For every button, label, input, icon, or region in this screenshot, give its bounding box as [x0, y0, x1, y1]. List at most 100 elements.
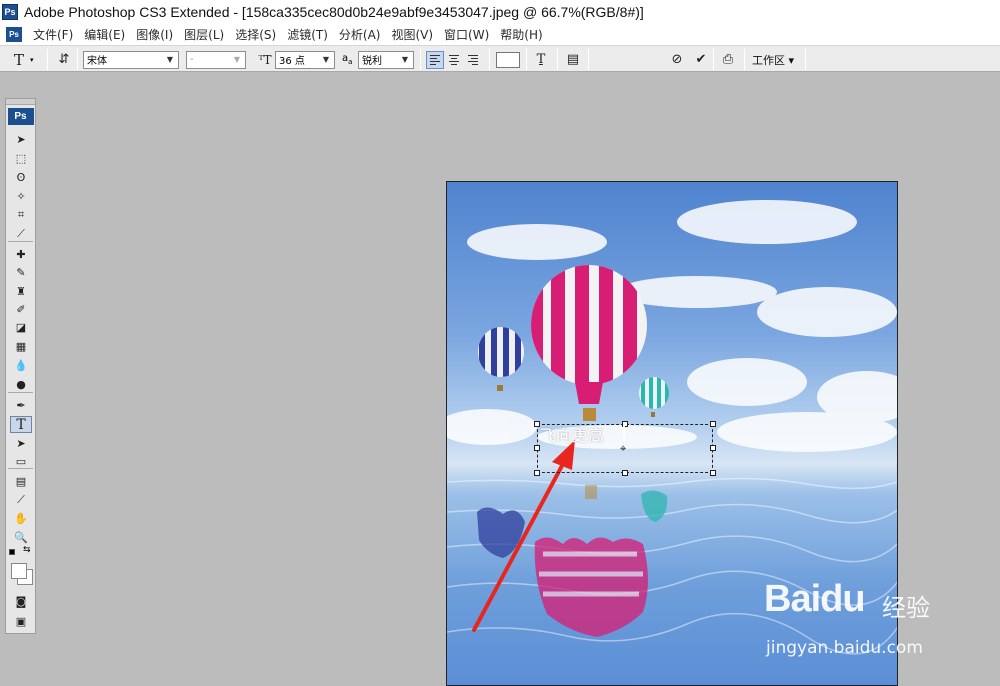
separator — [805, 49, 806, 70]
slice-tool-icon[interactable]: ⟋ — [10, 225, 32, 242]
bridge-icon[interactable]: ⎙ — [719, 51, 737, 69]
menu-filter[interactable]: 滤镜(T) — [282, 26, 334, 43]
toolbox-panel: Ps ➤ ⬚ ʘ ✧ ⌗ ⟋ ✚ ✎ ♜ ✐ ◪ ▦ 💧 ● ✒ T ➤ ▭ ▤ ⟋ ✋ 🔍 ⇆ ◙ ▣ — [5, 98, 36, 634]
healing-brush-tool-icon[interactable]: ✚ — [10, 246, 32, 263]
text-cursor — [623, 423, 625, 441]
warp-text-icon[interactable]: Ṯ — [532, 51, 550, 69]
menu-image[interactable]: 图像(I) — [131, 26, 179, 43]
menu-analysis[interactable]: 分析(A) — [334, 26, 387, 43]
blur-tool-icon[interactable]: 💧 — [10, 357, 32, 374]
default-colors-icon[interactable] — [9, 549, 15, 555]
type-tool-icon[interactable]: T — [10, 416, 32, 433]
font-style-select[interactable]: - ▼ — [186, 50, 246, 69]
chevron-down-icon: ▼ — [166, 55, 174, 64]
magic-wand-tool-icon[interactable]: ✧ — [10, 188, 32, 205]
separator — [713, 49, 714, 70]
brush-tool-icon[interactable]: ✎ — [10, 264, 32, 281]
history-brush-tool-icon[interactable]: ✐ — [10, 301, 32, 318]
toolbox-divider — [8, 241, 33, 242]
menu-window[interactable]: 窗口(W) — [439, 26, 495, 43]
chevron-down-icon: ▼ — [401, 55, 409, 64]
toolbox-grip[interactable] — [6, 99, 35, 105]
menu-select[interactable]: 选择(S) — [230, 26, 282, 43]
eraser-tool-icon[interactable]: ◪ — [10, 319, 32, 336]
toolbox-divider — [8, 392, 33, 393]
toolbox-divider — [8, 468, 33, 469]
transform-handle[interactable] — [534, 470, 540, 476]
photoshop-logo[interactable]: Ps — [7, 108, 34, 125]
tool-options-bar: T ▾ ⇵ 宋体 ▼ - ▼ ᵀT 36 点 ▼ aa 锐利 ▼ Ṯ ▤ ⊘ ✔… — [0, 45, 1000, 72]
teal-balloon — [639, 377, 669, 417]
menu-help[interactable]: 帮助(H) — [495, 26, 548, 43]
menu-layer[interactable]: 图层(L) — [179, 26, 230, 43]
chevron-down-icon: ▼ — [322, 55, 330, 64]
menu-bar: Ps 文件(F) 编辑(E) 图像(I) 图层(L) 选择(S) 滤镜(T) 分… — [0, 24, 1000, 45]
menu-file[interactable]: 文件(F) — [28, 26, 79, 43]
text-orientation-icon: ⇵ — [58, 52, 70, 67]
chevron-down-icon: ▼ — [233, 55, 241, 64]
quick-mask-icon[interactable]: ◙ — [10, 593, 32, 610]
antialias-icon: aa — [342, 53, 353, 66]
gradient-tool-icon[interactable]: ▦ — [10, 338, 32, 355]
toggle-text-orientation-button[interactable]: ⇵ — [55, 50, 73, 69]
transform-handle[interactable] — [622, 470, 628, 476]
text-color-swatch[interactable] — [496, 51, 520, 68]
reference-point-icon[interactable]: ⌖ — [620, 442, 626, 456]
font-family-value: 宋体 — [87, 56, 107, 67]
typed-text-layer[interactable]: 飞向更高 — [540, 422, 604, 446]
antialias-select[interactable]: 锐利 ▼ — [358, 50, 414, 69]
watermark-url: jingyan.baidu.com — [766, 638, 923, 658]
pink-balloon — [531, 265, 647, 421]
document-menu-icon[interactable]: Ps — [6, 27, 22, 42]
workspace-menu-button[interactable]: 工作区 ▾ — [752, 52, 794, 68]
commit-edits-icon[interactable]: ✔ — [692, 51, 710, 69]
lasso-tool-icon[interactable]: ʘ — [10, 169, 32, 186]
type-tool-icon: T — [13, 50, 24, 69]
separator — [47, 49, 48, 70]
crop-tool-icon[interactable]: ⌗ — [10, 206, 32, 223]
eyedropper-tool-icon[interactable]: ⟋ — [10, 491, 32, 508]
baidu-watermark: Baidu 经验 jingyan.baidu.com — [764, 578, 949, 660]
font-style-value: - — [190, 54, 194, 65]
align-center-button[interactable] — [445, 51, 463, 69]
screen-mode-icon[interactable]: ▣ — [10, 613, 32, 630]
align-left-button[interactable] — [426, 50, 444, 69]
transform-handle[interactable] — [710, 470, 716, 476]
move-tool-icon[interactable]: ➤ — [10, 131, 32, 148]
transform-handle[interactable] — [710, 445, 716, 451]
path-selection-tool-icon[interactable]: ➤ — [10, 435, 32, 452]
chevron-down-icon: ▾ — [30, 55, 34, 64]
zoom-tool-icon[interactable]: 🔍 — [10, 529, 32, 546]
marquee-tool-icon[interactable]: ⬚ — [10, 150, 32, 167]
blue-balloon — [478, 327, 524, 391]
font-size-select[interactable]: 36 点 ▼ — [275, 50, 335, 69]
transform-handle[interactable] — [710, 421, 716, 427]
separator — [77, 49, 78, 70]
swap-colors-icon[interactable]: ⇆ — [23, 545, 31, 555]
watermark-chinese: 经验 — [882, 594, 930, 622]
separator — [557, 49, 558, 70]
antialias-value: 锐利 — [362, 56, 382, 67]
notes-tool-icon[interactable]: ▤ — [10, 473, 32, 490]
clone-stamp-tool-icon[interactable]: ♜ — [10, 283, 32, 300]
font-family-select[interactable]: 宋体 ▼ — [83, 50, 179, 69]
align-right-button[interactable] — [464, 51, 482, 69]
separator — [588, 49, 589, 70]
balloon-reflections — [477, 485, 668, 637]
dodge-tool-icon[interactable]: ● — [10, 376, 32, 393]
pen-tool-icon[interactable]: ✒ — [10, 397, 32, 414]
separator — [744, 49, 745, 70]
hand-tool-icon[interactable]: ✋ — [10, 510, 32, 527]
font-size-icon: ᵀT — [258, 52, 272, 67]
separator — [526, 49, 527, 70]
menu-view[interactable]: 视图(V) — [386, 26, 439, 43]
photoshop-app-icon: Ps — [2, 4, 18, 20]
tool-preset-picker[interactable]: T ▾ — [10, 50, 34, 69]
character-panel-icon[interactable]: ▤ — [564, 51, 582, 69]
title-bar: Ps Adobe Photoshop CS3 Extended - [158ca… — [0, 0, 1000, 24]
foreground-color-swatch[interactable] — [11, 563, 27, 579]
clouds — [447, 200, 897, 452]
separator — [420, 49, 421, 70]
cancel-edits-icon[interactable]: ⊘ — [668, 51, 686, 69]
menu-edit[interactable]: 编辑(E) — [79, 26, 131, 43]
